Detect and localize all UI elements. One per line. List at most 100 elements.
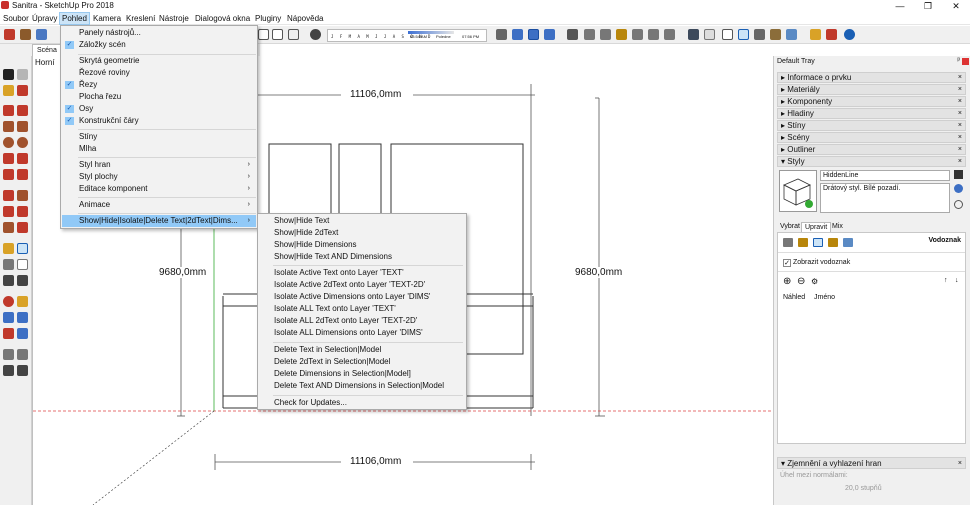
menu-item-hidden-geometry[interactable]: Skrytá geometrie: [62, 55, 256, 67]
previous-view-tool-icon[interactable]: [17, 328, 28, 339]
monochrome-icon[interactable]: [786, 29, 797, 40]
show-watermark-checkbox[interactable]: ✓: [783, 259, 791, 267]
zoom-extents-tool-icon[interactable]: [3, 328, 14, 339]
scale-tool-icon[interactable]: [3, 222, 14, 233]
background-settings-icon[interactable]: [813, 238, 823, 247]
tab-upravit[interactable]: Upravit: [801, 222, 832, 232]
add-watermark-icon[interactable]: ⊕: [783, 276, 791, 287]
menu-item-fog[interactable]: Mlha: [62, 143, 256, 155]
walk-tool-icon[interactable]: [3, 349, 14, 360]
dimension-left[interactable]: 9680,0mm: [158, 267, 208, 278]
zoom-tool-icon[interactable]: [3, 312, 14, 323]
move-down-icon[interactable]: ↓: [955, 277, 959, 284]
remove-watermark-icon[interactable]: ⊖: [797, 276, 805, 287]
warehouse-icon[interactable]: [272, 29, 283, 40]
circle-tool-icon[interactable]: [3, 137, 14, 148]
menu-nastroje[interactable]: Nástroje: [157, 13, 191, 24]
pencil-icon[interactable]: [810, 29, 821, 40]
menu-item-section-cuts[interactable]: ✓ Řezy: [62, 79, 256, 91]
menu-item-edge-style[interactable]: Styl hran ›: [62, 159, 256, 171]
menu-pohled[interactable]: Pohled: [59, 12, 90, 25]
back-edges-icon[interactable]: [704, 29, 715, 40]
menu-item-axes[interactable]: ✓ Osy: [62, 103, 256, 115]
polygon-tool-icon[interactable]: [17, 137, 28, 148]
minimize-button[interactable]: —: [886, 0, 914, 12]
dimension-right[interactable]: 9680,0mm: [574, 267, 624, 278]
extension-icon[interactable]: [826, 29, 837, 40]
tab-vybrat[interactable]: Vybrat: [777, 222, 803, 232]
menu-item-show-hide-text-dims[interactable]: Show|Hide|Isolate|Delete Text|2dText|Dim…: [62, 215, 256, 227]
close-button[interactable]: ✕: [942, 0, 970, 12]
textured-icon[interactable]: [770, 29, 781, 40]
eraser2-tool-icon[interactable]: [17, 85, 28, 96]
submenu-delete-2dtext[interactable]: Delete 2dText in Selection|Model: [259, 356, 465, 368]
submenu-check-updates[interactable]: Check for Updates...: [259, 397, 465, 409]
protractor-tool-icon[interactable]: [3, 259, 14, 270]
panel-layers[interactable]: ▸ Hladiny ×: [777, 108, 966, 119]
menu-item-component-edit[interactable]: Editace komponent ›: [62, 183, 256, 195]
face-settings-icon[interactable]: [798, 238, 808, 247]
freehand-tool-icon[interactable]: [17, 105, 28, 116]
iso-view-icon[interactable]: [512, 29, 523, 40]
house-icon[interactable]: [258, 29, 269, 40]
orbit-tool-icon[interactable]: [3, 296, 14, 307]
line-tool-icon[interactable]: [3, 105, 14, 116]
arc-tool-icon[interactable]: [3, 153, 14, 164]
update-style-icon[interactable]: [954, 200, 963, 209]
menu-item-animation[interactable]: Animace ›: [62, 199, 256, 211]
pin-icon[interactable]: ᵖ: [957, 57, 960, 64]
section-plane-tool-icon[interactable]: [17, 365, 28, 376]
tool-icon-6[interactable]: [664, 29, 675, 40]
menu-kamera[interactable]: Kamera: [91, 13, 123, 24]
dimension-tool-icon[interactable]: [17, 243, 28, 254]
tool-icon-1[interactable]: [584, 29, 595, 40]
tape-tool-icon[interactable]: [3, 243, 14, 254]
edge-settings-icon[interactable]: [783, 238, 793, 247]
wireframe-icon[interactable]: [722, 29, 733, 40]
scene-icon[interactable]: [288, 29, 299, 40]
top-view-icon[interactable]: [528, 29, 539, 40]
3dtext-tool-icon[interactable]: [17, 275, 28, 286]
followme-tool-icon[interactable]: [17, 206, 28, 217]
submenu-show-hide-2dtext[interactable]: Show|Hide 2dText: [259, 227, 465, 239]
paint-tool-icon[interactable]: [3, 85, 14, 96]
look-around-tool-icon[interactable]: [17, 349, 28, 360]
style-name-field[interactable]: HiddenLine: [820, 170, 950, 181]
create-style-icon[interactable]: [954, 184, 963, 193]
menu-napoveda[interactable]: Nápověda: [285, 13, 325, 24]
tool-icon-5[interactable]: [648, 29, 659, 40]
submenu-isolate-active-text[interactable]: Isolate Active Text onto Layer 'TEXT': [259, 267, 465, 279]
submenu-show-hide-dimensions[interactable]: Show|Hide Dimensions: [259, 239, 465, 251]
front-view-icon[interactable]: [544, 29, 555, 40]
eraser-tool-icon[interactable]: [17, 69, 28, 80]
submenu-isolate-all-text[interactable]: Isolate ALL Text onto Layer 'TEXT': [259, 303, 465, 315]
menu-item-toolbars[interactable]: Panely nástrojů...: [62, 27, 256, 39]
edit-watermark-icon[interactable]: ⚙: [811, 277, 818, 286]
submenu-isolate-all-dims[interactable]: Isolate ALL Dimensions onto Layer 'DIMS': [259, 327, 465, 339]
tool-icon-3[interactable]: [616, 29, 627, 40]
pie-tool-icon[interactable]: [3, 169, 14, 180]
maximize-button[interactable]: ❐: [914, 0, 942, 12]
tool-icon-4[interactable]: [632, 29, 643, 40]
tray-close-icon[interactable]: [962, 58, 969, 65]
select-icon[interactable]: [4, 29, 15, 40]
pan-tool-icon[interactable]: [17, 296, 28, 307]
hidden-line-icon[interactable]: [738, 29, 749, 40]
shaded-icon[interactable]: [754, 29, 765, 40]
menu-soubor[interactable]: Soubor: [1, 13, 31, 24]
modeling-settings-icon[interactable]: [843, 238, 853, 247]
rotated-rect-tool-icon[interactable]: [17, 121, 28, 132]
submenu-delete-text[interactable]: Delete Text in Selection|Model: [259, 344, 465, 356]
tool-icon-2[interactable]: [600, 29, 611, 40]
move-tool-icon[interactable]: [3, 190, 14, 201]
shadows-icon[interactable]: [310, 29, 321, 40]
style-description-field[interactable]: Drátový styl. Bílé pozadí.: [820, 183, 950, 213]
menu-item-section-planes[interactable]: Řezové roviny: [62, 67, 256, 79]
rotate-tool-icon[interactable]: [3, 206, 14, 217]
scene-tab[interactable]: Scéna: [32, 44, 62, 56]
dimension-bottom[interactable]: 11106,0mm: [349, 456, 403, 467]
xray-icon[interactable]: [688, 29, 699, 40]
submenu-isolate-active-2dtext[interactable]: Isolate Active 2dText onto Layer 'TEXT-2…: [259, 279, 465, 291]
arc2-tool-icon[interactable]: [17, 153, 28, 164]
menu-item-scene-tabs[interactable]: ✓ Záložky scén: [62, 39, 256, 51]
